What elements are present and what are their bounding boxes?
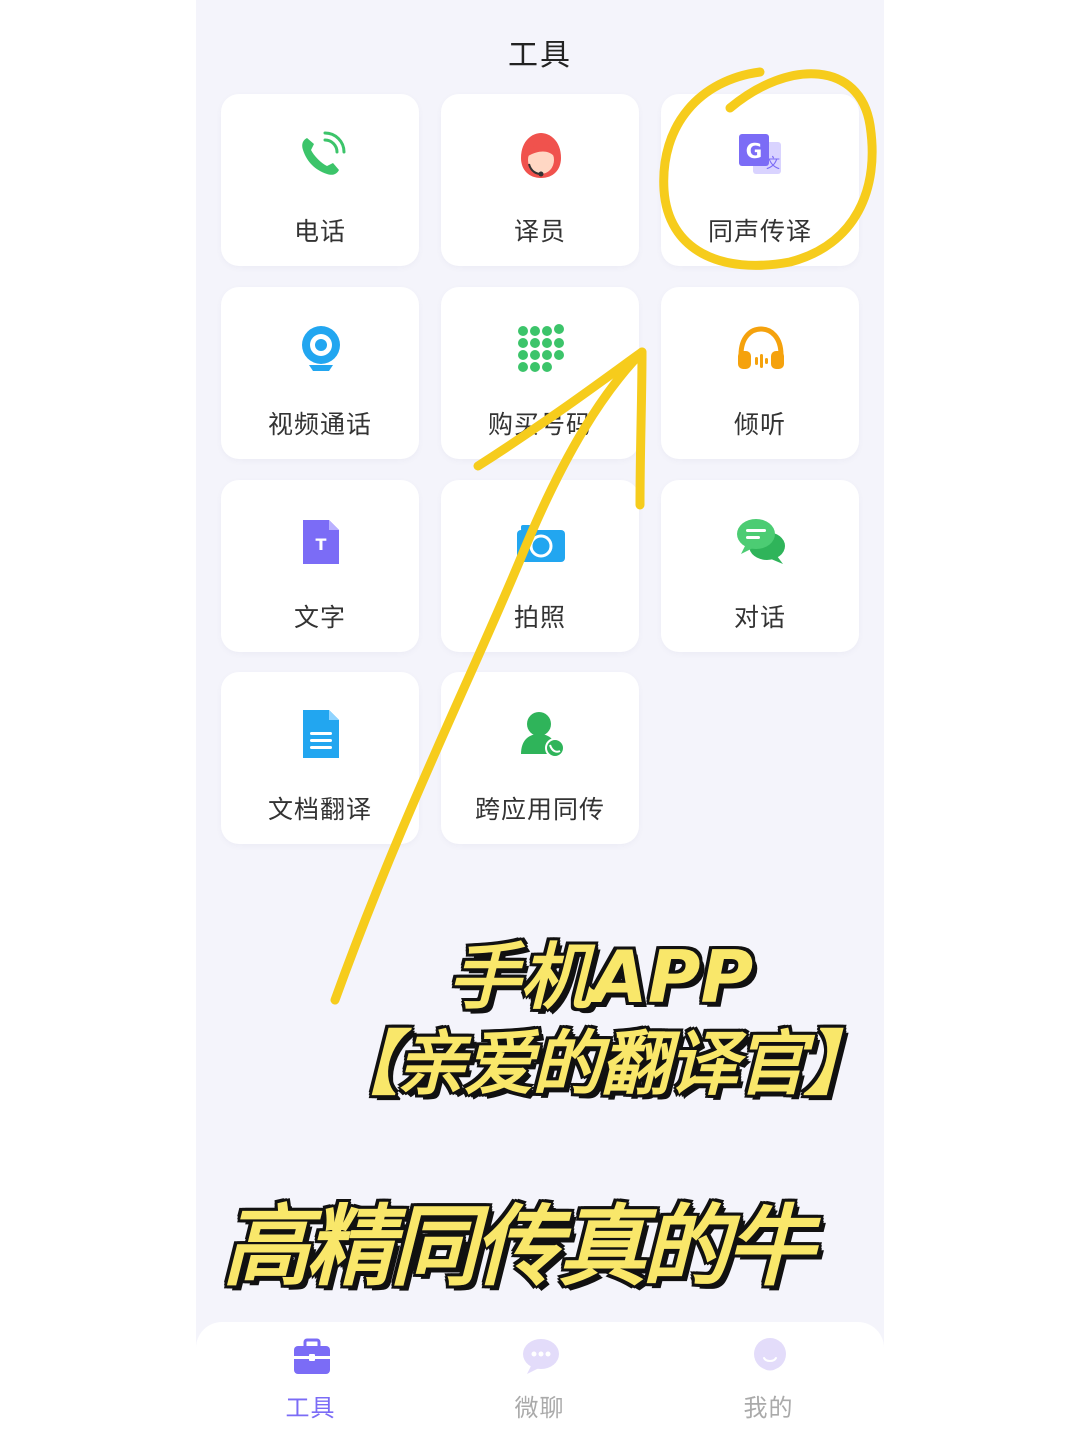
tool-label: 电话 xyxy=(293,217,346,246)
tool-label: 视频通话 xyxy=(267,410,372,439)
tool-label: 译员 xyxy=(513,217,566,246)
chat-bubble-icon xyxy=(523,1339,559,1374)
caption-app-name: 【亲爱的翻译官】 xyxy=(328,1023,874,1105)
tool-label: 倾听 xyxy=(733,410,786,439)
tool-label: 文字 xyxy=(293,603,346,632)
phone-icon xyxy=(302,131,346,175)
translate-icon: G 文 xyxy=(739,134,781,174)
tool-cross-app-interpretation[interactable]: 跨应用同传 xyxy=(441,672,639,844)
tab-label: 我的 xyxy=(743,1394,794,1422)
tool-interpreter[interactable]: 译员 xyxy=(441,94,639,266)
cross-app-icon xyxy=(521,712,565,758)
tool-listen[interactable]: 倾听 xyxy=(661,287,859,459)
dialpad-icon xyxy=(518,324,564,372)
chat-icon xyxy=(737,519,785,564)
bottom-tab-bar: 工具 微聊 我的 xyxy=(196,1322,884,1439)
tab-label: 微聊 xyxy=(514,1394,565,1422)
tool-phone[interactable]: 电话 xyxy=(221,94,419,266)
text-icon: T xyxy=(303,520,339,564)
tab-mine[interactable]: 我的 xyxy=(654,1322,883,1439)
tab-label: 工具 xyxy=(285,1394,336,1422)
toolbox-icon xyxy=(294,1338,330,1374)
tool-text[interactable]: T 文字 xyxy=(221,480,419,652)
tool-label: 拍照 xyxy=(513,603,566,632)
tool-simultaneous-interpretation[interactable]: G 文 同声传译 xyxy=(661,94,859,266)
svg-text:文: 文 xyxy=(766,156,780,172)
tool-label: 文档翻译 xyxy=(267,795,372,824)
profile-icon xyxy=(754,1338,786,1371)
video-call-icon xyxy=(302,326,340,371)
tool-label: 跨应用同传 xyxy=(474,795,605,824)
headphones-icon xyxy=(738,326,784,369)
document-icon xyxy=(303,710,339,758)
tab-chat[interactable]: 微聊 xyxy=(425,1322,654,1439)
page-title: 工具 xyxy=(508,38,572,73)
tool-conversation[interactable]: 对话 xyxy=(661,480,859,652)
tab-tools[interactable]: 工具 xyxy=(196,1322,425,1439)
tool-video-call[interactable]: 视频通话 xyxy=(221,287,419,459)
tool-label: 同声传译 xyxy=(707,217,812,246)
caption-praise: 高精同传真的牛 xyxy=(222,1195,814,1298)
tool-photo[interactable]: 拍照 xyxy=(441,480,639,652)
tool-document-translation[interactable]: 文档翻译 xyxy=(221,672,419,844)
interpreter-icon xyxy=(521,133,561,178)
tool-label: 购买号码 xyxy=(487,410,592,439)
svg-text:G: G xyxy=(746,139,762,163)
tool-label: 对话 xyxy=(733,603,786,632)
tool-buy-number[interactable]: 购买号码 xyxy=(441,287,639,459)
svg-text:T: T xyxy=(316,535,327,554)
camera-icon xyxy=(517,525,565,562)
